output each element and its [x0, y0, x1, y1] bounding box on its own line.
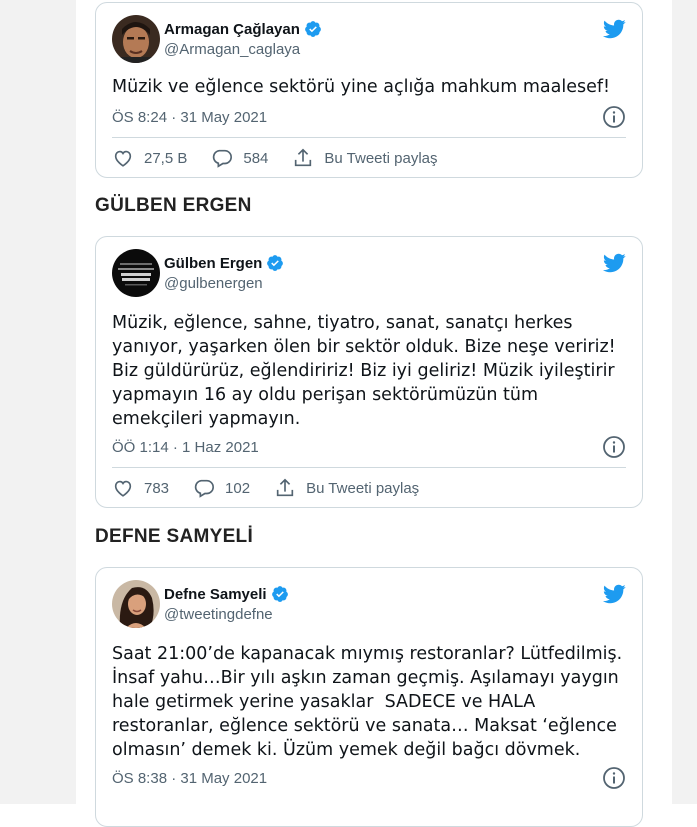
author-name-text: Gülben Ergen	[164, 254, 263, 272]
share-label: Bu Tweeti paylaş	[324, 149, 438, 167]
section-heading: DEFNE SAMYELİ	[95, 526, 254, 547]
verified-badge-icon	[305, 21, 321, 37]
tweet-timestamp[interactable]: ÖS 8:24 · 31 May 2021	[112, 109, 267, 126]
verified-badge-icon	[271, 586, 288, 602]
twitter-bird-icon[interactable]	[602, 582, 626, 606]
like-button[interactable]: 783	[112, 477, 169, 499]
author-handle[interactable]: @gulbenergen	[164, 275, 263, 292]
twitter-bird-icon[interactable]	[602, 17, 626, 41]
embedded-tweet-card[interactable]: Gülben Ergen @gulbenergen Müzik, eğlence…	[95, 236, 643, 508]
tweet-actions: 27,5 B 584 Bu Tweeti paylaş	[112, 147, 462, 169]
info-icon[interactable]	[602, 105, 626, 129]
tweet-divider	[112, 467, 626, 468]
share-icon	[295, 148, 312, 167]
reply-button[interactable]: 102	[193, 477, 250, 499]
author-handle[interactable]: @Armagan_caglaya	[164, 41, 300, 58]
share-button[interactable]: Bu Tweeti paylaş	[292, 147, 438, 169]
like-count: 783	[144, 479, 170, 497]
tweet-divider	[112, 137, 626, 138]
like-button[interactable]: 27,5 B	[112, 147, 187, 169]
heart-icon	[114, 150, 132, 167]
tweet-text: Müzik, eğlence, sahne, tiyatro, sanat, s…	[112, 313, 616, 429]
page-margin-left	[0, 0, 76, 804]
tweet-timestamp[interactable]: ÖS 8:38 · 31 May 2021	[112, 770, 267, 787]
avatar[interactable]	[112, 249, 160, 297]
author-name-text: Defne Samyeli	[164, 585, 267, 603]
reply-button[interactable]: 584	[211, 147, 268, 169]
author-name[interactable]: Gülben Ergen	[164, 254, 284, 272]
reply-bubble-icon	[194, 479, 215, 498]
author-handle[interactable]: @tweetingdefne	[164, 606, 273, 623]
tweet-actions: 783 102 Bu Tweeti paylaş	[112, 477, 443, 499]
reply-count: 102	[225, 479, 251, 497]
embedded-tweet-card[interactable]: Armagan Çağlayan @Armagan_caglaya Müzik …	[95, 2, 643, 178]
share-button[interactable]: Bu Tweeti paylaş	[274, 477, 419, 499]
section-heading: GÜLBEN ERGEN	[95, 195, 252, 216]
share-label: Bu Tweeti paylaş	[306, 479, 420, 497]
tweet-timestamp[interactable]: ÖÖ 1:14 · 1 Haz 2021	[112, 439, 259, 456]
avatar[interactable]	[112, 580, 160, 628]
embedded-tweet-card[interactable]: Defne Samyeli @tweetingdefne Saat 21:00’…	[95, 567, 643, 827]
author-name[interactable]: Armagan Çağlayan	[164, 20, 322, 38]
like-count: 27,5 B	[144, 149, 188, 167]
author-name-text: Armagan Çağlayan	[164, 20, 300, 38]
avatar[interactable]	[112, 15, 160, 63]
reply-bubble-icon	[213, 149, 233, 168]
verified-badge-icon	[267, 255, 284, 271]
info-icon[interactable]	[602, 766, 626, 790]
page-margin-right	[672, 0, 697, 804]
reply-count: 584	[243, 149, 269, 167]
tweet-text: Müzik ve eğlence sektörü yine açlığa mah…	[112, 77, 611, 97]
tweet-text: Saat 21:00’de kapanacak mıymış restoranl…	[112, 644, 623, 760]
author-name[interactable]: Defne Samyeli	[164, 585, 289, 603]
share-icon	[276, 478, 294, 497]
info-icon[interactable]	[602, 435, 626, 459]
twitter-bird-icon[interactable]	[602, 251, 626, 275]
heart-icon	[114, 480, 132, 497]
